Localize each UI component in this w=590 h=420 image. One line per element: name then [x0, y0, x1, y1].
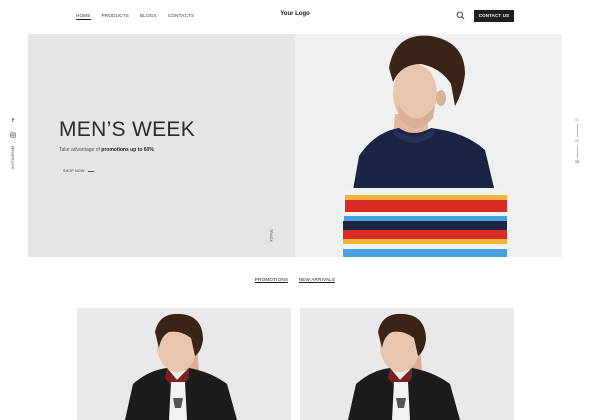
facebook-icon[interactable]: f — [9, 118, 17, 126]
pager-item-3[interactable]: 03 — [573, 160, 581, 164]
search-icon[interactable] — [456, 11, 465, 20]
pager-item-1[interactable]: 01 — [573, 118, 581, 122]
hero-banner: MEN’S WEEK Take advantage of promotions … — [28, 34, 562, 257]
arrow-right-icon — [87, 170, 94, 172]
pager-divider — [576, 145, 578, 158]
instagram-label[interactable]: INSTAGRAM — [11, 146, 15, 169]
instagram-icon[interactable] — [9, 131, 17, 139]
hero-subtitle-prefix: Take advantage of — [59, 147, 102, 153]
site-header: HOME PRODUCTS BLOGS CONTACTS Your Logo C… — [0, 0, 590, 33]
social-links: f INSTAGRAM — [9, 118, 17, 174]
hero-title: MEN’S WEEK — [59, 118, 196, 141]
contact-us-button[interactable]: CONTACT US — [474, 10, 514, 22]
tab-promotions[interactable]: PROMOTIONS — [254, 277, 289, 283]
product-card[interactable] — [300, 308, 514, 420]
shop-now-link[interactable]: SHOP NOW — [63, 169, 94, 173]
tab-new-arrivals[interactable]: NEW ARRIVALS — [298, 277, 336, 283]
hero-image — [295, 34, 562, 257]
product-card[interactable] — [77, 308, 291, 420]
hero-subtitle: Take advantage of promotions up to 60% — [59, 147, 154, 153]
hero-subtitle-highlight: promotions up to 60% — [101, 147, 154, 153]
shop-now-label: SHOP NOW — [63, 169, 85, 173]
product-photo — [125, 313, 237, 420]
slider-pager: 01 02 03 — [573, 118, 581, 164]
track-label: TRACK — [269, 229, 273, 243]
model-photo — [343, 35, 507, 257]
pager-item-2[interactable]: 02 — [573, 139, 581, 143]
pager-divider — [576, 124, 578, 137]
track-link[interactable]: TRACK — [269, 229, 273, 242]
product-tabs: PROMOTIONS NEW ARRIVALS — [0, 268, 590, 286]
product-photo — [348, 313, 460, 420]
